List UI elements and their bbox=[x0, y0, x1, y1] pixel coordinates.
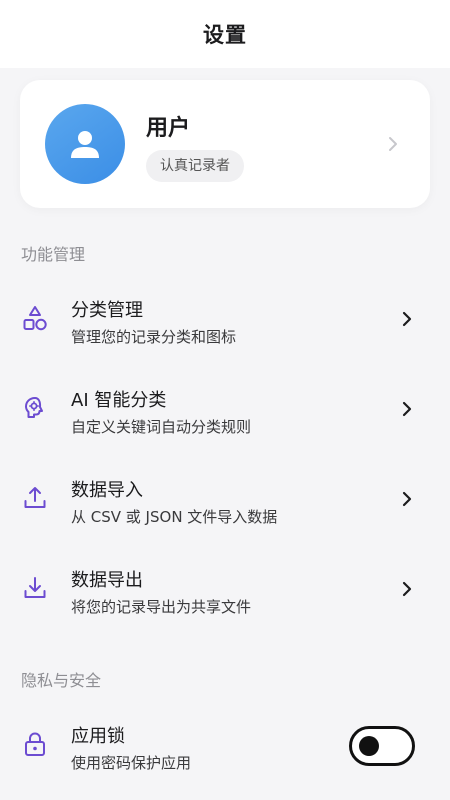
download-icon bbox=[24, 577, 46, 598]
toggle-knob bbox=[359, 736, 379, 756]
section-label-features: 功能管理 bbox=[21, 245, 86, 264]
row-title: AI 智能分类 bbox=[71, 390, 167, 411]
upload-icon bbox=[24, 487, 46, 508]
chevron-right-icon bbox=[402, 401, 412, 417]
section-label-privacy: 隐私与安全 bbox=[21, 671, 102, 690]
shapes-icon bbox=[23, 306, 47, 331]
avatar bbox=[45, 104, 125, 184]
row-subtitle: 将您的记录导出为共享文件 bbox=[71, 598, 252, 616]
top-bar: 设置 bbox=[0, 0, 450, 68]
profile-badge: 认真记录者 bbox=[146, 150, 244, 182]
row-title: 应用锁 bbox=[71, 726, 125, 747]
settings-row-ai-classify[interactable]: AI 智能分类 自定义关键词自动分类规则 bbox=[0, 366, 450, 456]
row-subtitle: 管理您的记录分类和图标 bbox=[71, 328, 237, 346]
chevron-right-icon bbox=[402, 491, 412, 507]
chevron-right-icon bbox=[389, 137, 397, 151]
profile-card[interactable]: 用户 认真记录者 bbox=[20, 80, 430, 208]
row-title: 数据导入 bbox=[71, 480, 143, 501]
lock-icon bbox=[25, 732, 45, 756]
ai-brain-icon bbox=[25, 397, 43, 418]
settings-row-categories[interactable]: 分类管理 管理您的记录分类和图标 bbox=[0, 276, 450, 366]
settings-row-export[interactable]: 数据导出 将您的记录导出为共享文件 bbox=[0, 546, 450, 636]
row-subtitle: 使用密码保护应用 bbox=[71, 754, 192, 772]
user-icon bbox=[71, 131, 99, 158]
row-title: 分类管理 bbox=[71, 300, 143, 321]
chevron-right-icon bbox=[402, 581, 412, 597]
settings-row-app-lock: 应用锁 使用密码保护应用 bbox=[0, 702, 450, 792]
settings-row-import[interactable]: 数据导入 从 CSV 或 JSON 文件导入数据 bbox=[0, 456, 450, 546]
row-title: 数据导出 bbox=[71, 570, 143, 591]
row-subtitle: 从 CSV 或 JSON 文件导入数据 bbox=[71, 508, 278, 526]
app-lock-toggle[interactable] bbox=[349, 726, 415, 766]
chevron-right-icon bbox=[402, 311, 412, 327]
row-subtitle: 自定义关键词自动分类规则 bbox=[71, 418, 252, 436]
page-title: 设置 bbox=[203, 23, 247, 47]
profile-name: 用户 bbox=[146, 116, 191, 141]
